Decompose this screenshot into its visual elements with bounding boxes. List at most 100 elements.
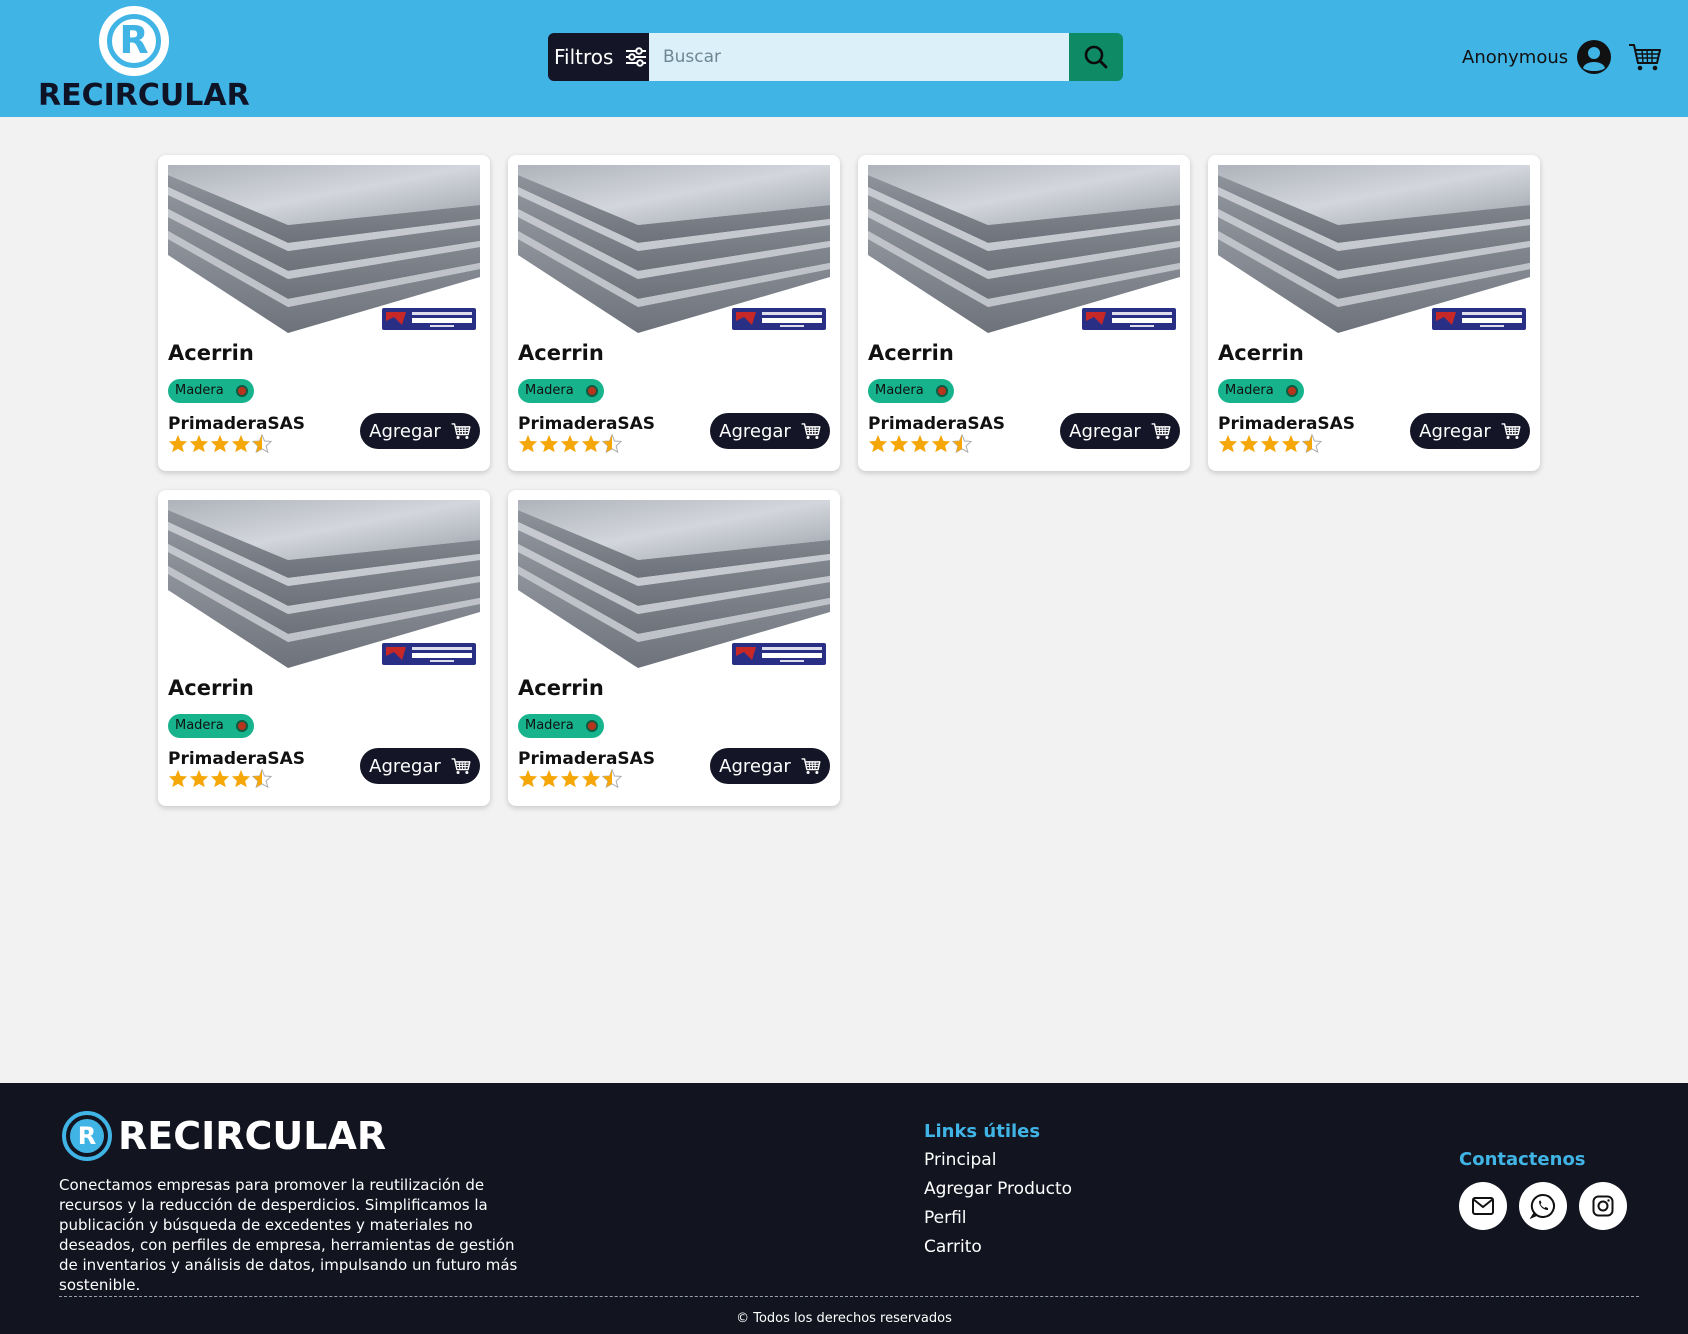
add-to-cart-label: Agregar [369,420,441,442]
category-badge[interactable]: Madera [868,379,954,403]
product-card[interactable]: Acerrin Madera PrimaderaSAS Agregar [508,490,840,806]
mail-button[interactable] [1459,1182,1507,1230]
footer-link-carrito[interactable]: Carrito [924,1237,1072,1266]
add-to-cart-label: Agregar [369,755,441,777]
product-title: Acerrin [518,341,604,365]
star-full-icon [1239,434,1259,453]
product-grid: Acerrin Madera PrimaderaSAS Agregar Acer… [158,155,1542,806]
star-full-icon [518,769,538,788]
header: R RECIRCULAR Filtros Anonymous [0,0,1688,117]
star-half-icon [252,769,272,788]
star-full-icon [1260,434,1280,453]
category-badge[interactable]: Madera [168,379,254,403]
add-to-cart-button[interactable]: Agregar [1410,413,1530,449]
star-full-icon [889,434,909,453]
add-to-cart-button[interactable]: Agregar [710,748,830,784]
footer-description: Conectamos empresas para promover la reu… [59,1176,518,1294]
user-menu[interactable]: Anonymous [1462,39,1612,75]
category-badge[interactable]: Madera [518,379,604,403]
rating-stars [168,769,272,788]
user-name: Anonymous [1462,46,1569,68]
star-full-icon [210,769,230,788]
star-full-icon [1218,434,1238,453]
cart-icon[interactable] [1628,42,1662,72]
sliders-icon [626,47,647,67]
product-title: Acerrin [518,676,604,700]
product-card[interactable]: Acerrin Madera PrimaderaSAS Agregar [858,155,1190,471]
search-icon [1084,45,1108,69]
footer-divider [59,1296,1639,1297]
add-to-cart-button[interactable]: Agregar [710,413,830,449]
product-image [868,165,1180,333]
logo[interactable]: R RECIRCULAR [38,6,250,113]
user-avatar-icon [1577,40,1612,74]
footer-link-agregar-producto[interactable]: Agregar Producto [924,1179,1072,1208]
footer-logo-mark: R [62,1111,112,1161]
add-to-cart-button[interactable]: Agregar [360,413,480,449]
star-full-icon [168,769,188,788]
footer-links: Links útiles Principal Agregar Producto … [924,1121,1072,1266]
star-half-icon [252,434,272,453]
product-image [168,500,480,668]
add-to-cart-label: Agregar [719,420,791,442]
footer-logo[interactable]: R RECIRCULAR [62,1111,386,1161]
filters-button[interactable]: Filtros [548,33,649,81]
product-title: Acerrin [168,341,254,365]
product-card[interactable]: Acerrin Madera PrimaderaSAS Agregar [1208,155,1540,471]
whatsapp-button[interactable] [1519,1182,1567,1230]
star-full-icon [189,434,209,453]
footer-contact: Contactenos [1459,1149,1627,1230]
instagram-button[interactable] [1579,1182,1627,1230]
copyright: © Todos los derechos reservados [736,1311,952,1326]
star-full-icon [231,434,251,453]
footer: R RECIRCULAR Conectamos empresas para pr… [0,1083,1688,1334]
logo-text: RECIRCULAR [38,78,250,113]
product-card[interactable]: Acerrin Madera PrimaderaSAS Agregar [158,490,490,806]
star-full-icon [189,769,209,788]
star-full-icon [560,434,580,453]
category-label: Madera [525,718,574,733]
category-label: Madera [175,718,224,733]
product-image [168,165,480,333]
category-badge[interactable]: Madera [518,714,604,738]
category-status-dot [585,385,598,397]
filters-label: Filtros [554,45,614,69]
product-image [518,500,830,668]
cart-icon [1501,423,1521,439]
category-status-dot [1285,385,1298,397]
add-to-cart-button[interactable]: Agregar [1060,413,1180,449]
add-to-cart-button[interactable]: Agregar [360,748,480,784]
star-half-icon [602,769,622,788]
category-badge[interactable]: Madera [1218,379,1304,403]
star-full-icon [910,434,930,453]
search-button[interactable] [1069,33,1123,81]
category-badge[interactable]: Madera [168,714,254,738]
seller-name: PrimaderaSAS [168,749,306,769]
footer-link-principal[interactable]: Principal [924,1150,1072,1179]
product-card[interactable]: Acerrin Madera PrimaderaSAS Agregar [508,155,840,471]
category-status-dot [235,720,248,732]
search-input[interactable] [649,33,1069,81]
star-full-icon [581,434,601,453]
whatsapp-icon [1530,1193,1555,1219]
mail-icon [1472,1197,1494,1215]
cart-icon [451,423,471,439]
product-card[interactable]: Acerrin Madera PrimaderaSAS Agregar [158,155,490,471]
seller-name: PrimaderaSAS [518,414,656,434]
cart-icon [1151,423,1171,439]
category-status-dot [935,385,948,397]
star-full-icon [1281,434,1301,453]
add-to-cart-label: Agregar [1419,420,1491,442]
search-bar: Filtros [548,33,1123,81]
cart-icon [801,758,821,774]
star-half-icon [1302,434,1322,453]
seller-name: PrimaderaSAS [868,414,1006,434]
star-full-icon [931,434,951,453]
logo-mark: R [99,6,169,76]
rating-stars [518,769,622,788]
star-full-icon [560,769,580,788]
star-full-icon [539,434,559,453]
rating-stars [518,434,622,453]
footer-logo-text: RECIRCULAR [118,1114,387,1158]
footer-link-perfil[interactable]: Perfil [924,1208,1072,1237]
